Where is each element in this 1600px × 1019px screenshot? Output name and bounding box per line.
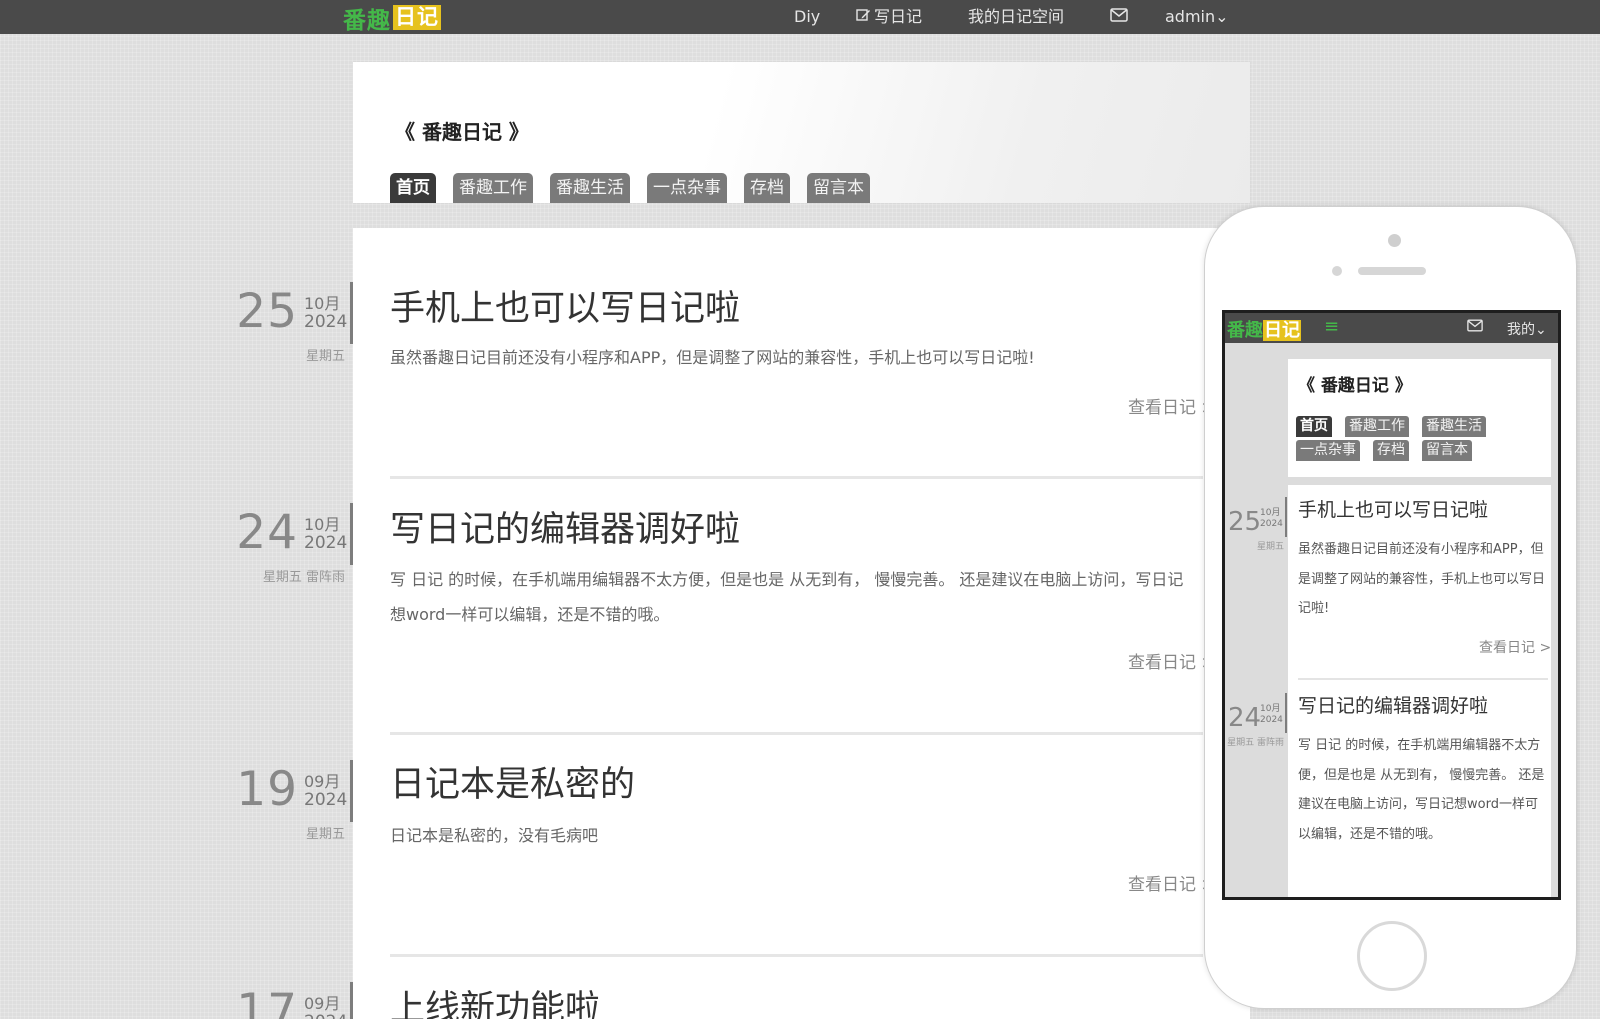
- date-month: 10月: [1260, 508, 1281, 518]
- mobile-logo-part2: 日记: [1263, 320, 1301, 341]
- mobile-post-title[interactable]: 写日记的编辑器调好啦: [1298, 691, 1488, 718]
- date-day: 19: [236, 762, 298, 817]
- date-day: 25: [1228, 507, 1262, 537]
- phone-mockup: 番趣日记 ≡ 我的⌄ 《 番趣日记 》 首页 番趣工作 番趣生活 一点杂事 存档…: [1204, 206, 1577, 1009]
- date-weekday: 星期五: [305, 827, 345, 842]
- mobile-navbar: 番趣日记 ≡ 我的⌄: [1225, 313, 1558, 343]
- tab-guestbook[interactable]: 留言本: [807, 173, 870, 203]
- envelope-icon: [1110, 1, 1128, 35]
- logo-text-part1: 番趣: [343, 7, 391, 34]
- chevron-down-icon: ⌄: [1215, 7, 1229, 26]
- tab-work[interactable]: 番趣工作: [453, 173, 533, 203]
- date-bar: [1285, 497, 1287, 537]
- mobile-tab-misc[interactable]: 一点杂事: [1296, 440, 1360, 461]
- mobile-tab-work[interactable]: 番趣工作: [1345, 416, 1409, 437]
- date-bar: [1285, 693, 1287, 733]
- tab-home[interactable]: 首页: [390, 173, 436, 203]
- phone-speaker: [1358, 267, 1426, 275]
- date-day: 25: [236, 284, 298, 339]
- mobile-post-date: 24 10月 2024 星期五 雷阵雨: [1227, 693, 1287, 753]
- category-tabs: 首页 番趣工作 番趣生活 一点杂事 存档 留言本: [390, 173, 887, 203]
- site-title: 《 番趣日记 》: [395, 120, 529, 144]
- post-title[interactable]: 上线新功能啦: [390, 980, 600, 1019]
- nav-item-diy-label: Diy: [794, 7, 821, 26]
- view-diary-link[interactable]: 查看日记 >: [1128, 648, 1216, 673]
- post-date: 24 10月 2024 星期五 雷阵雨: [236, 503, 353, 585]
- date-year: 2024: [1260, 715, 1283, 725]
- date-weekday: 星期五 雷阵雨: [1227, 738, 1284, 748]
- mobile-post-date: 25 10月 2024 星期五: [1227, 497, 1287, 557]
- view-diary-link[interactable]: 查看日记 >: [1128, 870, 1216, 895]
- site-logo[interactable]: 番趣 日记: [343, 4, 441, 34]
- nav-item-my-space[interactable]: 我的日记空间: [968, 0, 1064, 34]
- phone-camera: [1388, 234, 1401, 247]
- nav-item-write-diary[interactable]: 写日记: [856, 0, 922, 34]
- date-month: 09月: [304, 994, 341, 1013]
- post-title[interactable]: 日记本是私密的: [390, 756, 635, 807]
- view-diary-link[interactable]: 查看日记 >: [1128, 393, 1216, 418]
- top-navbar: 番趣 日记 Diy 写日记 我的日记空间 admin⌄: [0, 0, 1600, 34]
- mobile-category-tabs: 首页 番趣工作 番趣生活 一点杂事 存档 留言本: [1296, 416, 1546, 464]
- phone-home-button: [1357, 921, 1427, 991]
- mobile-post-divider: [1298, 678, 1548, 680]
- mobile-post-list: 手机上也可以写日记啦 虽然番趣日记目前还没有小程序和APP，但是调整了网站的兼容…: [1288, 485, 1551, 897]
- mobile-logo-part1: 番趣: [1227, 320, 1263, 341]
- mobile-header-panel: 《 番趣日记 》 首页 番趣工作 番趣生活 一点杂事 存档 留言本: [1288, 359, 1551, 477]
- tab-archive[interactable]: 存档: [744, 173, 790, 203]
- mobile-tab-home[interactable]: 首页: [1296, 416, 1332, 437]
- date-month: 10月: [1260, 704, 1281, 714]
- logo-text-part2: 日记: [393, 5, 441, 30]
- mobile-tab-life[interactable]: 番趣生活: [1422, 416, 1486, 437]
- mobile-post-excerpt: 写 日记 的时候，在手机端用编辑器不太方便，但是也是 从无到有， 慢慢完善。 还…: [1298, 738, 1545, 842]
- date-weekday: 星期五 雷阵雨: [262, 570, 345, 585]
- mobile-post-excerpt: 虽然番趣日记目前还没有小程序和APP，但是调整了网站的兼容性，手机上也可以写日记…: [1298, 542, 1546, 616]
- tab-life[interactable]: 番趣生活: [550, 173, 630, 203]
- edit-icon: [856, 1, 871, 35]
- date-year: 2024: [304, 533, 348, 553]
- date-month: 09月: [304, 772, 341, 791]
- post-date: 19 09月 2024 星期五: [236, 760, 353, 842]
- post-date: 25 10月 2024 星期五: [236, 282, 353, 364]
- date-month: 10月: [304, 515, 341, 534]
- date-day: 17: [236, 984, 298, 1019]
- envelope-icon[interactable]: [1467, 319, 1483, 336]
- site-header-panel: 《 番趣日记 》 首页 番趣工作 番趣生活 一点杂事 存档 留言本: [353, 62, 1250, 203]
- mobile-logo[interactable]: 番趣日记: [1227, 316, 1301, 342]
- mobile-tab-archive[interactable]: 存档: [1373, 440, 1409, 461]
- tab-misc[interactable]: 一点杂事: [647, 173, 727, 203]
- date-month: 10月: [304, 294, 341, 313]
- date-year: 2024: [1260, 519, 1283, 529]
- mobile-site-title: 《 番趣日记 》: [1298, 376, 1412, 396]
- date-year: 2024: [304, 1012, 347, 1019]
- hamburger-menu-icon[interactable]: ≡: [1324, 316, 1339, 337]
- date-day: 24: [1228, 703, 1262, 733]
- date-weekday: 星期五: [305, 349, 345, 364]
- phone-screen: 番趣日记 ≡ 我的⌄ 《 番趣日记 》 首页 番趣工作 番趣生活 一点杂事 存档…: [1222, 310, 1561, 900]
- post-title[interactable]: 写日记的编辑器调好啦: [390, 501, 740, 552]
- mobile-tab-guestbook[interactable]: 留言本: [1422, 440, 1472, 461]
- user-menu[interactable]: admin⌄: [1165, 0, 1229, 34]
- post-title[interactable]: 手机上也可以写日记啦: [390, 280, 740, 331]
- nav-item-write-diary-label: 写日记: [874, 7, 923, 26]
- post-divider: [390, 732, 1203, 735]
- date-year: 2024: [304, 312, 348, 332]
- mail-button[interactable]: [1110, 0, 1131, 34]
- phone-sensor: [1332, 266, 1342, 276]
- post-date: 17 09月 2024: [236, 982, 353, 1019]
- post-divider: [390, 954, 1203, 957]
- nav-item-my-space-label: 我的日记空间: [968, 7, 1065, 26]
- user-menu-label: admin: [1165, 7, 1216, 26]
- post-list: 手机上也可以写日记啦 虽然番趣日记目前还没有小程序和APP，但是调整了网站的兼容…: [353, 228, 1250, 1019]
- date-weekday: 星期五: [1256, 542, 1284, 552]
- date-day: 24: [236, 505, 298, 560]
- mobile-view-diary-link[interactable]: 查看日记 >: [1479, 637, 1551, 657]
- post-excerpt: 日记本是私密的，没有毛病吧: [390, 826, 599, 845]
- post-excerpt: 虽然番趣日记目前还没有小程序和APP，但是调整了网站的兼容性，手机上也可以写日记…: [390, 348, 1035, 367]
- post-excerpt: 写 日记 的时候，在手机端用编辑器不太方便，但是也是 从无到有， 慢慢完善。 还…: [390, 570, 1184, 624]
- mobile-user-menu[interactable]: 我的⌄: [1507, 319, 1547, 339]
- nav-item-diy[interactable]: Diy: [794, 0, 820, 34]
- post-divider: [390, 476, 1203, 479]
- date-year: 2024: [304, 790, 348, 810]
- mobile-post-title[interactable]: 手机上也可以写日记啦: [1298, 495, 1488, 522]
